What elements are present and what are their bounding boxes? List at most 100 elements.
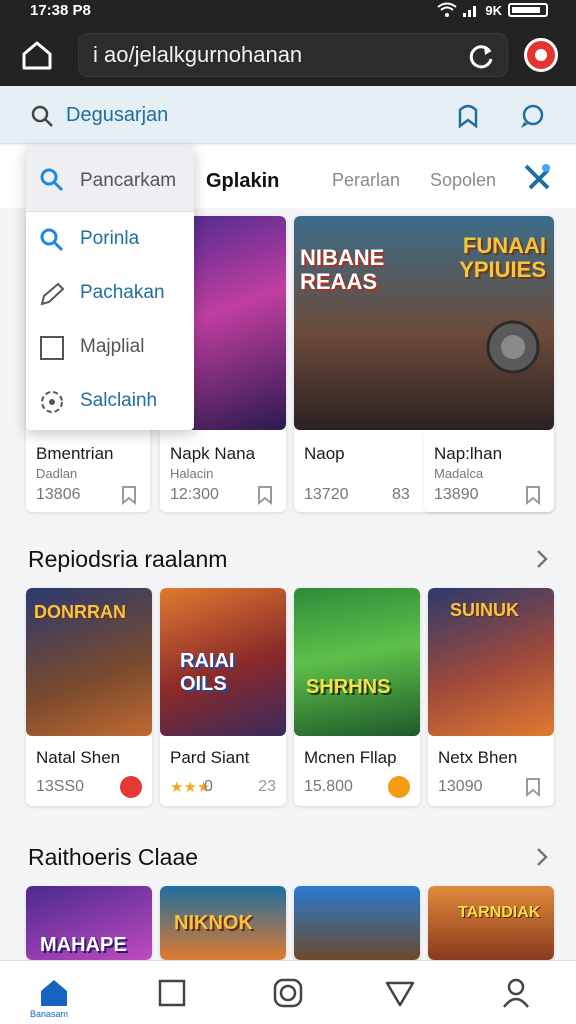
card-badge-text: 83 [392, 486, 410, 503]
card-title: Pard Siant [170, 748, 250, 767]
square-icon[interactable] [156, 977, 188, 1009]
game-card[interactable]: NIKNOK [160, 886, 286, 960]
browser-bar: i ao/jelalkgurnohanan [0, 24, 576, 86]
search-icon [40, 228, 64, 252]
game-card[interactable] [294, 886, 420, 960]
bookmark-icon[interactable] [118, 484, 140, 506]
card-count: 15.800 [304, 778, 353, 795]
bottom-nav: Banasam [0, 960, 576, 1024]
game-card[interactable]: RAIAI OILS Pard Siant ★★★ 0 23 [160, 588, 286, 806]
dropdown-item-porinla[interactable]: Porinla [26, 214, 194, 266]
bookmark-icon[interactable] [454, 102, 482, 130]
battery-icon [508, 3, 548, 17]
nav-home-label: Banasam [30, 1009, 69, 1019]
dropdown-item-label: Salclainh [80, 390, 158, 411]
dropdown-item-label: Porinla [80, 228, 140, 249]
game-card[interactable]: TARNDIAK [428, 886, 554, 960]
card-count: 13SS0 [36, 778, 85, 795]
game-card[interactable]: Nap:lhan Madalca 13890 [424, 430, 554, 512]
chevron-right-icon[interactable] [534, 548, 550, 570]
card-title: Naop [304, 444, 345, 463]
game-art [294, 886, 420, 960]
search-icon [31, 105, 53, 127]
game-card[interactable]: SUINUK Netx Bhen 13090 [428, 588, 554, 806]
game-card[interactable]: MAHAPE [26, 886, 152, 960]
card-subtitle: Halacin [170, 466, 214, 481]
art-caption: TARNDIAK [458, 904, 541, 921]
dropdown-item-salclainh[interactable]: Salclainh [26, 376, 194, 428]
art-caption: SUINUK [450, 600, 520, 620]
card-title: Natal Shen [36, 748, 121, 767]
status-bar: 17:38 P8 9K [0, 0, 576, 24]
bookmark-icon[interactable] [254, 484, 276, 506]
card-count: 13890 [434, 486, 479, 503]
status-time: 17:38 P8 [30, 2, 91, 19]
bookmark-icon[interactable] [522, 776, 544, 798]
art-caption: FUNAAI YPIUIES [459, 233, 546, 282]
tab-sopolen[interactable]: Sopolen [430, 170, 496, 191]
url-field[interactable]: i ao/jelalkgurnohanan [78, 33, 508, 77]
chevron-right-icon[interactable] [534, 846, 550, 868]
chat-icon[interactable] [518, 102, 546, 130]
card-title: Mcnen Fllap [304, 748, 397, 767]
art-caption: NIBANE REAAS [300, 245, 385, 294]
card-count: 12:300 [170, 486, 219, 503]
art-caption: MAHAPE [40, 934, 127, 956]
pencil-icon [40, 282, 65, 306]
home-icon[interactable] [20, 38, 54, 72]
heart-icon[interactable] [384, 977, 416, 1009]
search-bar[interactable]: Degusarjan [0, 86, 576, 144]
dropdown-item-majplial[interactable]: Majplial [26, 322, 194, 374]
bookmark-icon[interactable] [522, 484, 544, 506]
art-caption: NIKNOK [174, 912, 253, 934]
game-art: NIBANE REAAS FUNAAI YPIUIES [294, 216, 554, 430]
card-badge-text: 23 [258, 778, 276, 795]
game-art: NIKNOK [160, 886, 286, 960]
status-icons: 9K [437, 2, 548, 18]
dropdown-item-label: Majplial [80, 336, 145, 357]
card-subtitle: Dadlan [36, 466, 78, 481]
game-card[interactable]: DONRRAN Natal Shen 13SS0 [26, 588, 152, 806]
card-count: 13090 [438, 778, 483, 795]
search-icon [40, 168, 64, 192]
dropdown-item-label: Pachakan [80, 282, 165, 303]
game-art: SHRHNS [294, 588, 420, 736]
profile-icon[interactable] [524, 38, 558, 72]
game-art: DONRRAN [26, 588, 152, 736]
home-icon[interactable] [38, 977, 70, 1009]
game-art: TARNDIAK [428, 886, 554, 960]
dropdown-item-pachakan[interactable]: Pachakan [26, 268, 194, 320]
card-title: Napk Nana [170, 444, 256, 463]
dropdown-menu: Pancarkam Porinla Pachakan Majplial Salc… [26, 146, 194, 430]
signal-text: 9K [485, 2, 502, 18]
card-count: 13720 [304, 486, 349, 503]
section-title: Raithoeris Claae [28, 844, 199, 870]
card-subtitle: Madalca [434, 466, 484, 481]
game-art: MAHAPE [26, 886, 152, 960]
wifi-icon [437, 2, 457, 17]
game-card[interactable]: SHRHNS Mcnen Fllap 15.800 [294, 588, 420, 806]
card-title: Bmentrian [36, 444, 114, 463]
section-title: Repiodsria raalanm [28, 546, 228, 572]
gear-icon [41, 391, 63, 413]
card-title: Nap:lhan [434, 444, 503, 463]
dropdown-header-label: Pancarkam [80, 170, 177, 191]
share-icon[interactable] [522, 162, 552, 192]
tab-perarlan[interactable]: Perarlan [332, 170, 400, 191]
card-count: 13806 [36, 486, 81, 503]
art-caption: DONRRAN [34, 602, 126, 622]
checkbox-icon [40, 336, 64, 360]
game-art: RAIAI OILS [160, 588, 286, 736]
reload-icon[interactable] [466, 42, 496, 72]
search-placeholder: Degusarjan [66, 104, 169, 126]
user-icon[interactable] [500, 977, 532, 1009]
card-count: 0 [204, 778, 213, 795]
shield-icon [486, 320, 540, 374]
dropdown-header[interactable]: Pancarkam [26, 146, 194, 212]
art-caption: SHRHNS [306, 676, 391, 698]
tab-gplakin[interactable]: Gplakin [206, 170, 279, 193]
rating-badge [120, 776, 142, 798]
card-title: Netx Bhen [438, 748, 518, 767]
game-art: SUINUK [428, 588, 554, 736]
copyright-icon[interactable] [272, 977, 304, 1009]
